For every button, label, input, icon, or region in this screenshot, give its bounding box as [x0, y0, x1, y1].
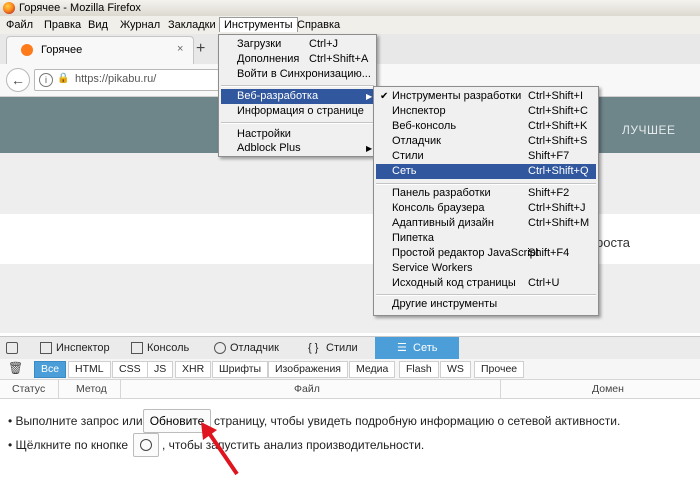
- devtools-tab-console[interactable]: Консоль: [131, 337, 201, 359]
- menu-history[interactable]: Журнал: [116, 18, 164, 32]
- devtools-tab-label: Сеть: [413, 342, 438, 354]
- webdev-menu-styles[interactable]: Стили Shift+F7: [376, 149, 596, 164]
- hint-request-post: страницу, чтобы увидеть подробную информ…: [214, 414, 621, 428]
- tab-title: Горячее: [41, 44, 83, 56]
- column-divider: [58, 380, 59, 398]
- pikabu-favicon-icon: [21, 44, 33, 56]
- webdev-menu-service-workers[interactable]: Service Workers: [376, 261, 596, 276]
- checkmark-icon: ✔: [380, 91, 389, 102]
- submenu-arrow-icon: ▶: [366, 92, 373, 101]
- menu-view[interactable]: Вид: [84, 18, 112, 32]
- filter-ws[interactable]: WS: [440, 361, 471, 378]
- network-column-headers: Статус Метод Файл Домен: [0, 380, 700, 399]
- network-filter-bar: 🗑 Все HTML CSS JS XHR Шрифты Изображения…: [0, 359, 700, 380]
- lock-icon[interactable]: 🔒: [57, 73, 69, 84]
- menubar: Файл Правка Вид Журнал Закладки Инструме…: [0, 16, 700, 34]
- debugger-icon: [214, 342, 226, 354]
- tab-close-icon[interactable]: ×: [177, 43, 183, 55]
- devtools-tab-inspector[interactable]: Инспектор: [40, 337, 110, 359]
- info-icon[interactable]: i: [39, 73, 53, 87]
- column-divider: [500, 380, 501, 398]
- webdev-menu-page-source[interactable]: Исходный код страницы Ctrl+U: [376, 276, 596, 291]
- filter-other[interactable]: Прочее: [474, 361, 525, 378]
- card-text: роста: [596, 235, 630, 250]
- menu-bookmarks[interactable]: Закладки: [164, 18, 220, 32]
- devtools-tab-label: Отладчик: [230, 342, 279, 354]
- submenu-arrow-icon: ▶: [366, 144, 373, 153]
- trash-icon[interactable]: 🗑: [8, 361, 23, 375]
- webdev-menu-responsive[interactable]: Адаптивный дизайн Ctrl+Shift+M: [376, 216, 596, 231]
- back-button[interactable]: ←: [6, 68, 30, 92]
- devtools-tab-debugger[interactable]: Отладчик: [214, 337, 289, 359]
- filter-js[interactable]: JS: [147, 361, 174, 378]
- url-bar[interactable]: i 🔒 https://pikabu.ru/: [34, 69, 226, 91]
- window-title: Горячее - Mozilla Firefox: [19, 2, 141, 14]
- tools-menu-settings[interactable]: Настройки: [221, 127, 374, 142]
- tools-menu-addons[interactable]: Дополнения Ctrl+Shift+A: [221, 52, 374, 67]
- filter-html[interactable]: HTML: [68, 361, 111, 378]
- tools-menu-adblock[interactable]: Adblock Plus ▶: [221, 141, 374, 156]
- menu-separator: [376, 294, 596, 296]
- browser-tab[interactable]: Горячее ×: [6, 36, 194, 65]
- firefox-logo-icon: [3, 2, 15, 14]
- menu-help[interactable]: Справка: [293, 18, 344, 32]
- menu-separator: [221, 122, 374, 124]
- filter-xhr[interactable]: XHR: [175, 361, 212, 378]
- column-file[interactable]: Файл: [294, 383, 320, 395]
- filter-css[interactable]: CSS: [112, 361, 148, 378]
- devtools-tab-label: Консоль: [147, 342, 190, 354]
- menu-edit[interactable]: Правка: [40, 18, 85, 32]
- inspector-icon: [40, 342, 52, 354]
- console-icon: [131, 342, 143, 354]
- filter-media[interactable]: Медиа: [349, 361, 396, 378]
- devtools-tab-network[interactable]: ☰ Сеть: [375, 337, 459, 359]
- menu-file[interactable]: Файл: [2, 18, 37, 32]
- webdev-menu-toolbox[interactable]: ✔ Инструменты разработки Ctrl+Shift+I: [376, 89, 596, 104]
- column-status[interactable]: Статус: [12, 383, 45, 395]
- column-divider: [120, 380, 121, 398]
- tools-menu-sync[interactable]: Войти в Синхронизацию...: [221, 67, 374, 82]
- stopwatch-icon: [140, 439, 152, 451]
- webdev-menu-scratchpad[interactable]: Простой редактор JavaScript Shift+F4: [376, 246, 596, 261]
- filter-images[interactable]: Изображения: [268, 361, 348, 378]
- devtools-toolbar: Инспектор Консоль Отладчик { } Стили ☰ С…: [0, 336, 700, 360]
- menu-separator: [221, 85, 374, 87]
- style-editor-icon: { }: [308, 342, 319, 354]
- filter-all[interactable]: Все: [34, 361, 67, 378]
- new-tab-button[interactable]: +: [196, 40, 205, 58]
- pick-element-icon[interactable]: [6, 342, 18, 354]
- webdev-menu-devpanel[interactable]: Панель разработки Shift+F2: [376, 186, 596, 201]
- tools-menu-webdev[interactable]: Веб-разработка ▶: [221, 89, 374, 104]
- devtools-tab-label: Инспектор: [56, 342, 110, 354]
- network-icon: ☰: [397, 342, 407, 354]
- webdev-menu-inspector[interactable]: Инспектор Ctrl+Shift+C: [376, 104, 596, 119]
- webdev-menu-other-tools[interactable]: Другие инструменты: [376, 297, 596, 312]
- filter-flash[interactable]: Flash: [399, 361, 439, 378]
- annotation-arrow-icon: [201, 422, 239, 476]
- devtools-tab-styles[interactable]: { } Стили: [308, 337, 368, 359]
- url-text[interactable]: https://pikabu.ru/: [75, 73, 156, 85]
- filter-fonts[interactable]: Шрифты: [212, 361, 269, 378]
- nav-link-best[interactable]: ЛУЧШЕЕ: [622, 123, 676, 137]
- webdev-menu-network[interactable]: Сеть Ctrl+Shift+Q: [376, 164, 596, 179]
- tools-menu-page-info[interactable]: Информация о странице: [221, 104, 374, 119]
- tools-menu: Загрузки Ctrl+J Дополнения Ctrl+Shift+A …: [218, 34, 377, 157]
- webdev-menu-webconsole[interactable]: Веб-консоль Ctrl+Shift+K: [376, 119, 596, 134]
- tools-menu-downloads[interactable]: Загрузки Ctrl+J: [221, 37, 374, 52]
- hint-request-pre: • Выполните запрос или: [8, 414, 143, 428]
- webdev-submenu: ✔ Инструменты разработки Ctrl+Shift+I Ин…: [373, 86, 599, 316]
- column-method[interactable]: Метод: [76, 383, 107, 395]
- webdev-menu-browser-console[interactable]: Консоль браузера Ctrl+Shift+J: [376, 201, 596, 216]
- column-domain[interactable]: Домен: [592, 383, 624, 395]
- webdev-menu-eyedropper[interactable]: Пипетка: [376, 231, 596, 246]
- devtools-tab-label: Стили: [326, 342, 358, 354]
- menu-separator: [376, 183, 596, 185]
- performance-analysis-button[interactable]: [133, 433, 159, 457]
- webdev-menu-debugger[interactable]: Отладчик Ctrl+Shift+S: [376, 134, 596, 149]
- window-titlebar: Горячее - Mozilla Firefox: [0, 0, 700, 17]
- menu-tools[interactable]: Инструменты: [219, 17, 298, 32]
- hint-perf-pre: • Щёлкните по кнопке: [8, 438, 129, 452]
